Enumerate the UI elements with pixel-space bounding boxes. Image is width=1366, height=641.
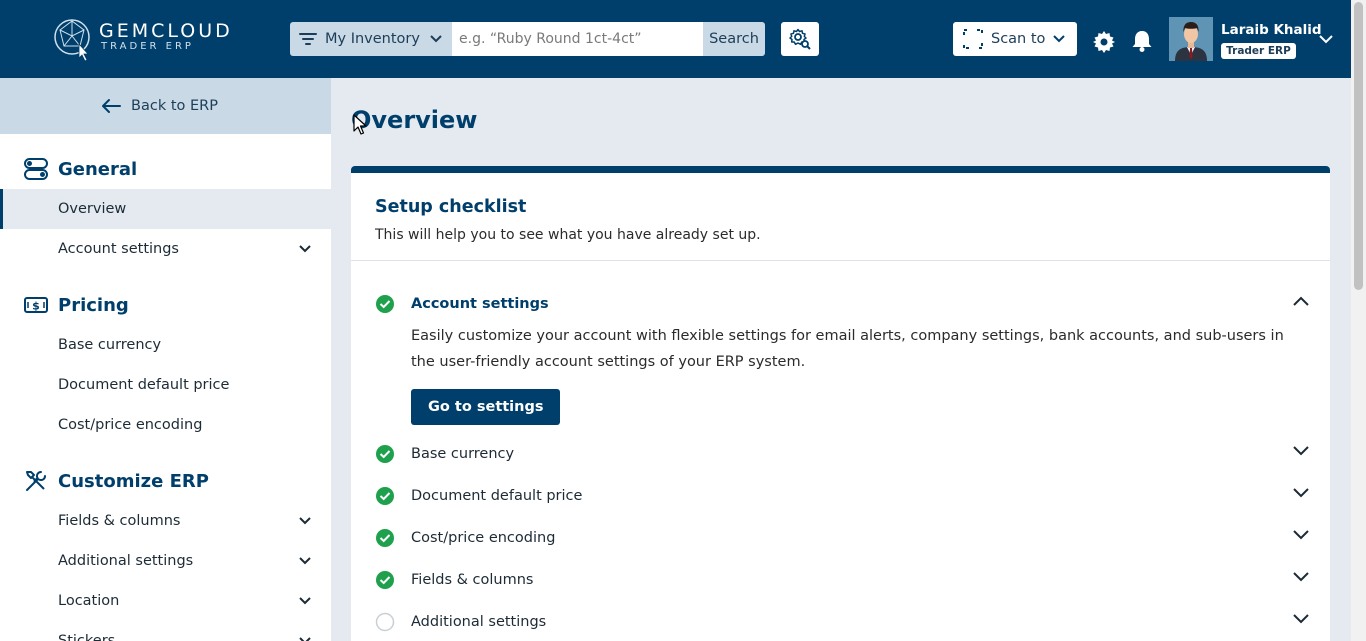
sidebar-item-stickers[interactable]: Stickers	[0, 621, 331, 641]
setup-checklist-card: Setup checklist This will help you to se…	[351, 166, 1330, 641]
sidebar-item-base-currency[interactable]: Base currency	[0, 325, 331, 365]
checklist-item-base-currency[interactable]: Base currency	[375, 439, 1309, 469]
sidebar-item-cost-price-encoding[interactable]: Cost/price encoding	[0, 405, 331, 445]
sidebar-item-overview[interactable]: Overview	[0, 189, 331, 229]
chevron-down-icon[interactable]	[1293, 572, 1309, 582]
chevron-down-icon	[299, 517, 311, 525]
back-label: Back to ERP	[131, 98, 218, 114]
sidebar-item-label: Base currency	[58, 337, 162, 353]
gem-logo-icon	[54, 19, 90, 62]
top-bar: GEMCLOUD TRADER ERP My Inventory Search …	[0, 0, 1366, 78]
chevron-down-icon	[299, 637, 311, 641]
checklist-subtitle: This will help you to see what you have …	[375, 227, 761, 243]
sidebar-group-title: Customize ERP	[58, 470, 209, 492]
scan-to-label: Scan to	[991, 31, 1046, 47]
chevron-down-icon	[299, 557, 311, 565]
gear-search-icon	[789, 28, 811, 50]
back-to-erp-link[interactable]: Back to ERP	[0, 78, 331, 134]
sidebar-item-label: Stickers	[58, 633, 116, 641]
go-to-settings-button[interactable]: Go to settings	[411, 389, 561, 425]
chevron-down-icon[interactable]	[1293, 614, 1309, 624]
search-button[interactable]: Search	[703, 22, 765, 56]
checklist-item-account-settings[interactable]: Account settings	[375, 289, 1309, 319]
chevron-down-icon	[1053, 35, 1066, 43]
mouse-cursor-icon	[353, 114, 367, 135]
bell-icon[interactable]	[1131, 30, 1153, 52]
money-icon: $	[24, 297, 48, 313]
sidebar-item-label: Account settings	[58, 241, 179, 257]
scan-to-button[interactable]: Scan to	[953, 22, 1077, 56]
account-settings-description: Easily customize your account with flexi…	[411, 328, 1284, 370]
checklist-item-document-default-price[interactable]: Document default price	[375, 481, 1309, 511]
sidebar: Back to ERP General Overview Account set…	[0, 78, 331, 641]
sidebar-item-fields-columns[interactable]: Fields & columns	[0, 501, 331, 541]
logo-name: GEMCLOUD	[99, 20, 233, 42]
checklist-item-additional-settings[interactable]: Additional settings	[375, 607, 1309, 637]
chevron-down-icon	[430, 35, 442, 43]
check-circle-icon	[376, 571, 394, 589]
search-input[interactable]	[452, 22, 703, 56]
user-avatar-icon	[1169, 17, 1213, 61]
sidebar-item-label: Cost/price encoding	[58, 417, 203, 433]
sidebar-item-label: Location	[58, 593, 120, 609]
sidebar-item-additional-settings[interactable]: Additional settings	[0, 541, 331, 581]
chevron-up-icon[interactable]	[1293, 296, 1309, 306]
sidebar-item-label: Overview	[58, 201, 127, 217]
sidebar-group-title: General	[58, 158, 138, 180]
sidebar-item-location[interactable]: Location	[0, 581, 331, 621]
sidebar-item-document-default-price[interactable]: Document default price	[0, 365, 331, 405]
checklist-header: Setup checklist This will help you to se…	[351, 173, 1330, 261]
sidebar-group-general: General	[0, 149, 331, 189]
avatar[interactable]	[1169, 17, 1213, 61]
empty-circle-icon	[375, 612, 395, 632]
sidebar-item-label: Fields & columns	[58, 513, 181, 529]
gear-icon[interactable]	[1093, 31, 1115, 53]
chevron-down-icon[interactable]	[1293, 446, 1309, 456]
sidebar-item-label: Additional settings	[58, 553, 194, 569]
inventory-select[interactable]: My Inventory	[290, 22, 452, 56]
filter-icon	[299, 33, 317, 45]
checklist-item-label: Account settings	[411, 296, 549, 312]
sidebar-group-customize-erp: Customize ERP	[0, 461, 331, 501]
chevron-down-icon[interactable]	[1319, 35, 1333, 44]
page-title: Overview	[351, 106, 478, 134]
checklist-item-label: Cost/price encoding	[411, 530, 556, 546]
scan-icon	[963, 29, 983, 49]
checklist-item-cost-price-encoding[interactable]: Cost/price encoding	[375, 523, 1309, 553]
checklist-title: Setup checklist	[375, 197, 527, 217]
page-scrollbar[interactable]	[1351, 0, 1366, 641]
check-circle-icon	[376, 295, 394, 313]
chevron-down-icon	[299, 245, 311, 253]
logo[interactable]: GEMCLOUD TRADER ERP	[52, 16, 242, 64]
tools-icon	[26, 471, 46, 491]
check-circle-icon	[376, 529, 394, 547]
sidebar-item-label: Document default price	[58, 377, 230, 393]
sidebar-item-account-settings[interactable]: Account settings	[0, 229, 331, 269]
search-group: My Inventory Search	[290, 22, 765, 56]
chevron-down-icon[interactable]	[1293, 530, 1309, 540]
scrollbar-thumb[interactable]	[1354, 2, 1363, 290]
user-name: Laraib Khalid	[1221, 22, 1322, 38]
user-role-badge: Trader ERP	[1221, 43, 1296, 59]
check-circle-icon	[376, 445, 394, 463]
chevron-down-icon	[299, 597, 311, 605]
inventory-select-label: My Inventory	[325, 31, 420, 47]
checklist-item-label: Fields & columns	[411, 572, 534, 588]
sidebar-group-title: Pricing	[58, 294, 129, 316]
arrow-left-icon	[102, 99, 122, 113]
toggle-icon	[24, 158, 48, 180]
sidebar-group-pricing: $ Pricing	[0, 285, 331, 325]
checklist-item-label: Base currency	[411, 446, 515, 462]
check-circle-icon	[376, 487, 394, 505]
logo-subtitle: TRADER ERP	[101, 41, 194, 52]
checklist-item-fields-columns[interactable]: Fields & columns	[375, 565, 1309, 595]
chevron-down-icon[interactable]	[1293, 488, 1309, 498]
svg-text:$: $	[32, 300, 40, 313]
checklist-item-label: Additional settings	[411, 614, 547, 630]
search-settings-button[interactable]	[781, 22, 819, 56]
checklist-item-label: Document default price	[411, 488, 583, 504]
